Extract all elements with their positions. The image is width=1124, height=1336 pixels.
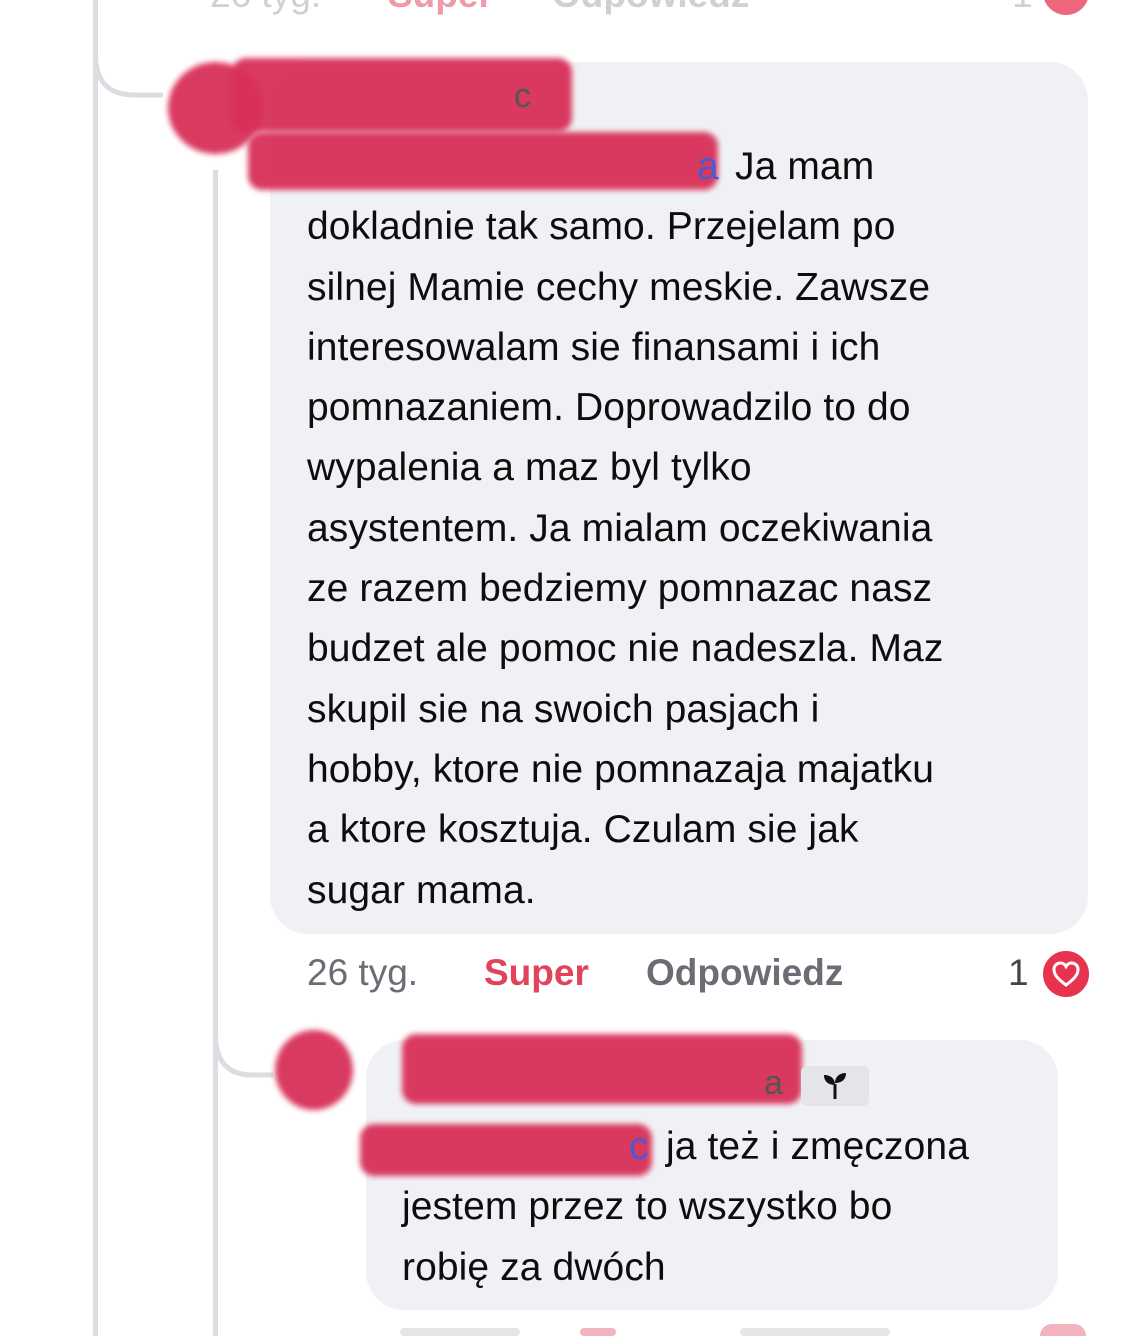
comment-line: dokladnie tak samo. Przejelam po [307,205,896,249]
author-name-tail: c [514,77,532,115]
top-heart-icon [1040,0,1092,18]
comment-line: jestem przez to wszystko bo [402,1185,893,1229]
comment-line: interesowalam sie finansami i ich [307,325,881,369]
reply-author-redaction[interactable] [402,1034,802,1104]
comment-line: budzet ale pomoc nie nadeszla. Maz [307,627,944,671]
comment-line: a ktore kosztuja. Czulam sie jak [307,808,859,852]
thread-line-inner [213,170,218,1336]
comment-line: skupil sie na swoich pasjach i [307,687,820,731]
heart-icon[interactable] [1040,948,1092,1000]
like-button[interactable]: Super [484,952,589,994]
thread-curve-top [93,0,163,98]
top-meta-like[interactable]: Super [388,0,493,16]
bottom-like-hint [580,1328,616,1336]
sprout-icon [801,1066,869,1106]
comment-text-2: ja też i zmęczona jestem przez to wszyst… [402,1117,1042,1298]
reply-author-tail: a [764,1064,784,1102]
comment-line: robię za dwóch [402,1245,666,1289]
comment-line: silnej Mamie cechy meskie. Zawsze [307,265,931,309]
comment-meta-1: 26 tyg. Super Odpowiedz [307,952,1087,1002]
reply-button[interactable]: Odpowiedz [646,952,843,994]
comment-line: asystentem. Ja mialam oczekiwania [307,506,933,550]
comment-time: 26 tyg. [307,952,419,993]
reaction-count: 1 [1008,952,1029,993]
top-meta-time: 26 tyg. [210,0,321,16]
bottom-meta-hint [400,1328,520,1336]
comment-line: ja też i zmęczona [666,1125,969,1168]
comment-line: wypalenia a maz byl tylko [307,446,752,490]
comment-text-1: Ja mam dokladnie tak samo. Przejelam po … [307,137,1067,921]
comment-line: ze razem bedziemy pomnazac nasz [307,567,933,611]
comment-line: hobby, ktore nie pomnazaja majatku [307,747,935,791]
thread-line-outer [93,0,98,1336]
comment-line: Ja mam [735,145,875,188]
thread-curve-reply [213,1010,273,1078]
comment-line: sugar mama. [307,868,536,912]
comment-line: pomnazaniem. Doprowadzilo to do [307,386,911,430]
top-meta-reply[interactable]: Odpowiedz [552,0,749,16]
reply-avatar[interactable] [275,1030,353,1110]
top-meta-count: 1 [1012,0,1033,16]
bottom-reply-hint [740,1328,890,1336]
bottom-heart-hint [1040,1324,1086,1336]
